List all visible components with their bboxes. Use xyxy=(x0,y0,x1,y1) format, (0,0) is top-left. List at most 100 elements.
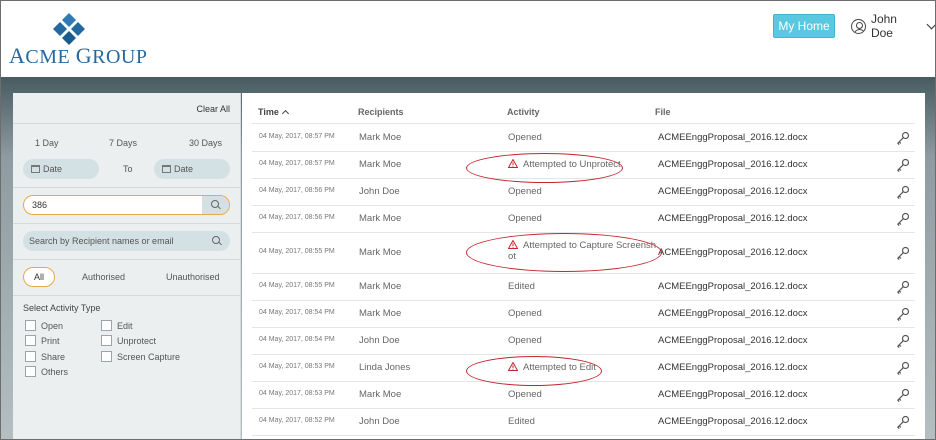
range-30-days[interactable]: 30 Days xyxy=(189,138,222,148)
row-recipient: John Doe xyxy=(359,335,400,346)
date-to-label: Date xyxy=(174,164,194,174)
row-activity: Opened xyxy=(508,389,542,400)
row-file: ACMEEnggProposal_2016.12.docx xyxy=(658,159,808,170)
recipient-search-placeholder: Search by Recipient names or email xyxy=(29,236,174,246)
key-icon[interactable] xyxy=(896,415,910,430)
row-recipient: Mark Moe xyxy=(359,213,402,224)
column-header-recipients[interactable]: Recipients xyxy=(358,107,404,117)
checkbox-share[interactable]: Share xyxy=(25,351,65,364)
recipient-search-input[interactable]: Search by Recipient names or email xyxy=(23,231,230,251)
divider xyxy=(13,259,241,260)
search-button[interactable] xyxy=(202,196,229,214)
row-time: 04 May, 2017, 08:57 PM xyxy=(259,160,335,167)
row-recipient: Mark Moe xyxy=(359,132,402,143)
row-file: ACMEEnggProposal_2016.12.docx xyxy=(658,335,808,346)
checkbox-others[interactable]: Others xyxy=(25,366,68,379)
row-file: ACMEEnggProposal_2016.12.docx xyxy=(658,389,808,400)
row-time: 04 May, 2017, 08:57 PM xyxy=(259,133,335,140)
activity-type-title: Select Activity Type xyxy=(23,303,101,313)
key-icon[interactable] xyxy=(896,212,910,227)
checkbox-open[interactable]: Open xyxy=(25,320,63,333)
search-icon xyxy=(212,236,222,246)
key-icon[interactable] xyxy=(896,361,910,376)
row-divider xyxy=(252,205,915,206)
date-from-field[interactable]: Date xyxy=(23,159,99,179)
key-icon[interactable] xyxy=(896,185,910,200)
to-label: To xyxy=(123,164,133,174)
user-name: John Doe xyxy=(870,12,897,40)
row-activity: Opened xyxy=(508,335,542,346)
row-divider xyxy=(252,408,915,409)
row-activity: Opened xyxy=(508,213,542,224)
range-7-days[interactable]: 7 Days xyxy=(109,138,137,148)
row-recipient: Mark Moe xyxy=(359,281,402,292)
key-icon[interactable] xyxy=(896,280,910,295)
row-file: ACMEEnggProposal_2016.12.docx xyxy=(658,416,808,427)
row-time: 04 May, 2017, 08:54 PM xyxy=(259,336,335,343)
checkbox-print[interactable]: Print xyxy=(25,335,60,348)
row-file: ACMEEnggProposal_2016.12.docx xyxy=(658,362,808,373)
row-file: ACMEEnggProposal_2016.12.docx xyxy=(658,213,808,224)
row-file: ACMEEnggProposal_2016.12.docx xyxy=(658,247,808,258)
row-time: 04 May, 2017, 08:52 PM xyxy=(259,417,335,424)
row-activity: Opened xyxy=(508,132,542,143)
top-header: ACME GROUP My Home John Doe xyxy=(1,1,935,77)
divider xyxy=(13,123,241,124)
row-divider xyxy=(252,327,915,328)
row-time: 04 May, 2017, 08:55 PM xyxy=(259,282,335,289)
key-icon[interactable] xyxy=(896,158,910,173)
column-header-file[interactable]: File xyxy=(655,107,671,117)
app-window: ACME GROUP My Home John Doe Clear All 1 … xyxy=(0,0,936,440)
row-time: 04 May, 2017, 08:55 PM xyxy=(259,248,335,255)
filter-unauthorised-button[interactable]: Unauthorised xyxy=(166,272,220,282)
row-recipient: Mark Moe xyxy=(359,247,402,258)
divider xyxy=(13,223,241,224)
user-menu[interactable]: John Doe xyxy=(851,12,935,40)
chevron-down-icon xyxy=(926,19,935,29)
row-activity: Edited xyxy=(508,416,535,427)
search-value: 386 xyxy=(32,200,48,210)
header-divider xyxy=(252,123,915,124)
search-input[interactable]: 386 xyxy=(23,195,230,215)
clear-all-link[interactable]: Clear All xyxy=(196,104,230,114)
activity-table: Time Recipients Activity File 04 May, 20… xyxy=(242,93,925,439)
row-activity: Opened xyxy=(508,308,542,319)
key-icon[interactable] xyxy=(896,131,910,146)
filter-panel: Clear All 1 Day 7 Days 30 Days Date To D… xyxy=(13,93,241,439)
checkbox-edit[interactable]: Edit xyxy=(101,320,133,333)
acme-logo-icon xyxy=(53,13,85,45)
sort-ascending-icon xyxy=(281,109,289,118)
row-divider xyxy=(252,435,915,436)
row-time: 04 May, 2017, 08:56 PM xyxy=(259,187,335,194)
range-1-day[interactable]: 1 Day xyxy=(35,138,59,148)
checkbox-screen-capture[interactable]: Screen Capture xyxy=(101,351,180,364)
divider xyxy=(13,187,241,188)
row-recipient: John Doe xyxy=(359,186,400,197)
key-icon[interactable] xyxy=(896,388,910,403)
row-divider xyxy=(252,273,915,274)
row-recipient: Mark Moe xyxy=(359,389,402,400)
row-divider xyxy=(252,354,915,355)
column-header-activity[interactable]: Activity xyxy=(507,107,540,117)
checkbox-unprotect[interactable]: Unprotect xyxy=(101,335,156,348)
row-recipient: Mark Moe xyxy=(359,159,402,170)
column-header-time[interactable]: Time xyxy=(258,107,289,118)
filter-all-button[interactable]: All xyxy=(23,267,55,287)
date-to-field[interactable]: Date xyxy=(154,159,230,179)
row-time: 04 May, 2017, 08:53 PM xyxy=(259,390,335,397)
key-icon[interactable] xyxy=(896,246,910,261)
row-recipient: John Doe xyxy=(359,416,400,427)
row-time: 04 May, 2017, 08:54 PM xyxy=(259,309,335,316)
row-file: ACMEEnggProposal_2016.12.docx xyxy=(658,308,808,319)
key-icon[interactable] xyxy=(896,334,910,349)
my-home-button[interactable]: My Home xyxy=(773,14,835,38)
divider xyxy=(13,295,241,296)
row-divider xyxy=(252,300,915,301)
filter-authorised-button[interactable]: Authorised xyxy=(82,272,125,282)
row-recipient: Mark Moe xyxy=(359,308,402,319)
search-icon xyxy=(211,200,221,210)
key-icon[interactable] xyxy=(896,307,910,322)
highlight-ring xyxy=(466,233,662,272)
user-avatar-icon xyxy=(851,18,866,34)
row-activity: Edited xyxy=(508,281,535,292)
